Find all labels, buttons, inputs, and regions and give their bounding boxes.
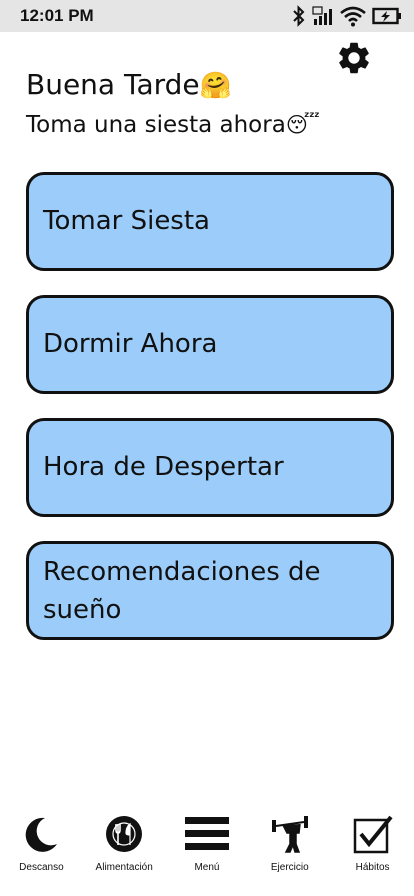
nav-item-menu[interactable]: Menú xyxy=(167,812,247,873)
settings-button[interactable] xyxy=(334,40,374,80)
nav-label-alimentacion: Alimentación xyxy=(95,862,153,873)
bottom-nav: Descanso Alimentación Menú Ejercicio Háb… xyxy=(0,812,414,896)
sleep-recommendations-button[interactable]: Recomendaciones de sueño xyxy=(26,541,394,640)
bluetooth-icon xyxy=(292,5,306,27)
menu-icon xyxy=(184,812,229,856)
nav-label-menu: Menú xyxy=(194,862,220,873)
greeting-text: Buena Tarde xyxy=(26,68,200,101)
signal-icon xyxy=(312,5,334,27)
status-icons xyxy=(292,5,402,27)
wifi-icon xyxy=(340,5,366,27)
gear-icon xyxy=(335,39,373,81)
subtitle-text: Toma una siesta ahora xyxy=(26,112,286,138)
wake-up-time-button[interactable]: Hora de Despertar xyxy=(26,418,394,517)
status-time: 12:01 PM xyxy=(20,6,94,25)
nav-item-habitos[interactable]: Hábitos xyxy=(333,812,413,873)
nav-item-alimentacion[interactable]: Alimentación xyxy=(84,812,164,873)
nav-item-descanso[interactable]: Descanso xyxy=(1,812,81,873)
moon-icon xyxy=(21,812,61,856)
nav-item-ejercicio[interactable]: Ejercicio xyxy=(250,812,330,873)
hugging-face-emoji: 🤗 xyxy=(199,71,232,101)
nav-label-ejercicio: Ejercicio xyxy=(270,862,309,873)
actions-list: Tomar Siesta Dormir Ahora Hora de Desper… xyxy=(26,172,394,664)
checkbox-icon xyxy=(353,812,393,856)
plate-utensils-icon xyxy=(104,812,144,856)
status-bar: 12:01 PM xyxy=(0,0,414,32)
greeting-title: Buena Tarde🤗 xyxy=(26,68,232,101)
sleeping-face-emoji: 😴 xyxy=(285,112,320,137)
weightlifter-icon xyxy=(270,812,310,856)
sleep-now-button[interactable]: Dormir Ahora xyxy=(26,295,394,394)
battery-charging-icon xyxy=(372,5,402,27)
subtitle: Toma una siesta ahora😴 xyxy=(26,112,320,138)
nav-label-habitos: Hábitos xyxy=(355,862,390,873)
nav-label-descanso: Descanso xyxy=(19,862,64,873)
take-nap-button[interactable]: Tomar Siesta xyxy=(26,172,394,271)
